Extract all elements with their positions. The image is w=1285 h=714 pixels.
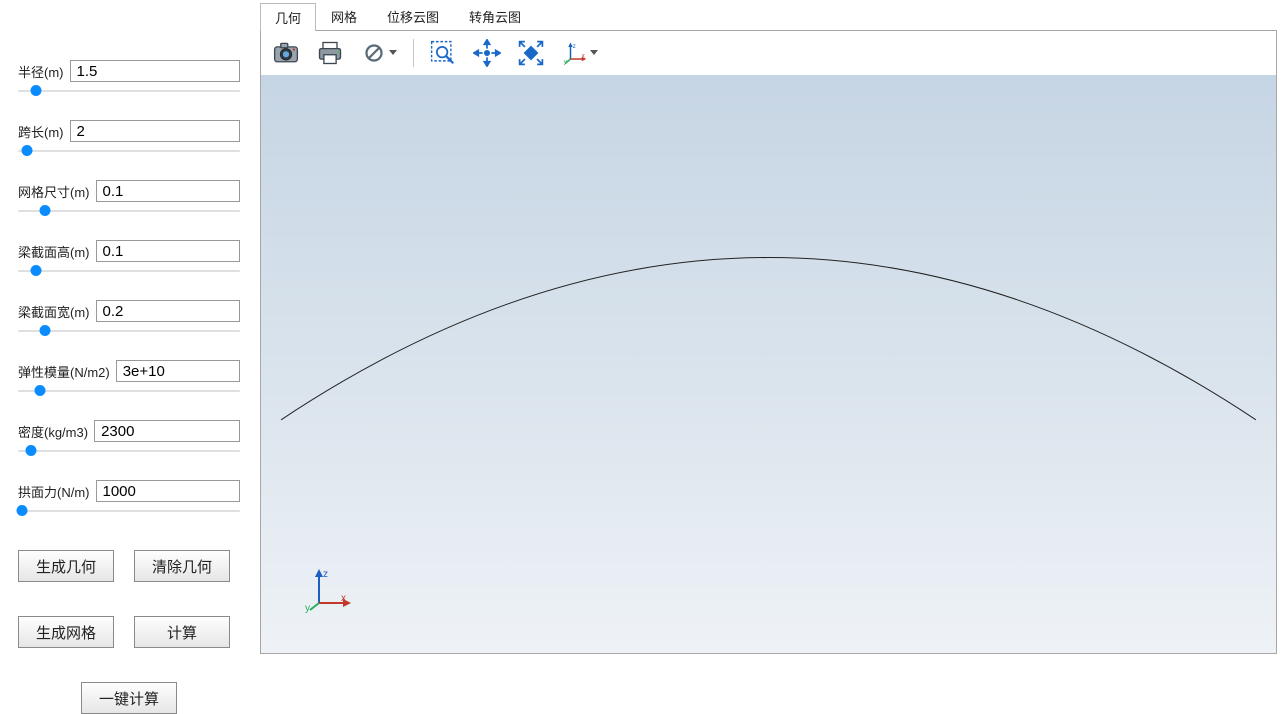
pan-icon[interactable] [470, 36, 504, 70]
camera-icon[interactable] [269, 36, 303, 70]
param-row-6: 密度(kg/m3) [18, 420, 240, 456]
param-row-2: 网格尺寸(m) [18, 180, 240, 216]
param-slider[interactable] [18, 146, 240, 156]
param-row-3: 梁截面高(m) [18, 240, 240, 276]
param-label: 网格尺寸(m) [18, 182, 90, 201]
button-row-2: 生成网格 计算 [18, 616, 240, 648]
chevron-down-icon [590, 50, 598, 55]
axes-icon[interactable]: z x y [558, 36, 602, 70]
geometry-arc [261, 75, 1276, 653]
param-label: 梁截面宽(m) [18, 302, 90, 321]
toolbar-separator [413, 39, 414, 67]
svg-text:y: y [563, 59, 566, 65]
param-row-5: 弹性模量(N/m2) [18, 360, 240, 396]
param-slider[interactable] [18, 446, 240, 456]
one-click-compute-button[interactable]: 一键计算 [81, 682, 177, 714]
button-row-1: 生成几何 清除几何 [18, 550, 240, 582]
fit-view-icon[interactable] [514, 36, 548, 70]
axis-z-label: z [323, 569, 328, 580]
generate-geometry-button[interactable]: 生成几何 [18, 550, 114, 582]
param-slider[interactable] [18, 386, 240, 396]
orientation-axes-icon: z x y [305, 565, 353, 613]
tab-geometry[interactable]: 几何 [260, 3, 316, 31]
generate-mesh-button[interactable]: 生成网格 [18, 616, 114, 648]
compute-button[interactable]: 计算 [134, 616, 230, 648]
param-label: 半径(m) [18, 62, 64, 81]
svg-text:z: z [572, 43, 575, 49]
param-slider[interactable] [18, 506, 240, 516]
param-row-1: 跨长(m) [18, 120, 240, 156]
param-label: 跨长(m) [18, 122, 64, 141]
param-input[interactable] [96, 480, 241, 502]
param-input[interactable] [96, 180, 241, 202]
param-slider[interactable] [18, 266, 240, 276]
zoom-box-icon[interactable] [426, 36, 460, 70]
param-label: 弹性模量(N/m2) [18, 362, 110, 381]
param-input[interactable] [70, 120, 241, 142]
no-symbol-icon[interactable] [357, 36, 401, 70]
param-input[interactable] [96, 300, 241, 322]
chevron-down-icon [389, 50, 397, 55]
param-label: 拱面力(N/m) [18, 482, 90, 501]
param-slider[interactable] [18, 326, 240, 336]
tab-rot_contour[interactable]: 转角云图 [454, 2, 536, 30]
clear-geometry-button[interactable]: 清除几何 [134, 550, 230, 582]
param-row-0: 半径(m) [18, 60, 240, 96]
param-row-7: 拱面力(N/m) [18, 480, 240, 516]
left-parameter-panel: 半径(m) 跨长(m) 网格尺寸(m) 梁截面高(m) 梁截面宽(m) 弹性模量(N/m2… [0, 0, 256, 664]
param-label: 密度(kg/m3) [18, 422, 88, 441]
param-row-4: 梁截面宽(m) [18, 300, 240, 336]
viewer-toolbar: z x y [261, 31, 1276, 75]
param-input[interactable] [96, 240, 241, 262]
param-slider[interactable] [18, 206, 240, 216]
tab-disp_contour[interactable]: 位移云图 [372, 2, 454, 30]
button-row-3: 一键计算 [18, 682, 240, 714]
param-label: 梁截面高(m) [18, 242, 90, 261]
viewer-frame: z x y z x y [260, 30, 1277, 654]
param-input[interactable] [116, 360, 240, 382]
viewport-canvas[interactable]: z x y [261, 75, 1276, 653]
svg-text:x: x [581, 53, 584, 59]
param-slider[interactable] [18, 86, 240, 96]
tab-mesh[interactable]: 网格 [316, 2, 372, 30]
axis-y-label: y [305, 603, 310, 613]
print-icon[interactable] [313, 36, 347, 70]
axis-x-label: x [341, 593, 346, 604]
right-panel: 几何网格位移云图转角云图 [256, 0, 1285, 664]
param-input[interactable] [94, 420, 240, 442]
view-tabs: 几何网格位移云图转角云图 [260, 4, 1277, 30]
param-input[interactable] [70, 60, 241, 82]
